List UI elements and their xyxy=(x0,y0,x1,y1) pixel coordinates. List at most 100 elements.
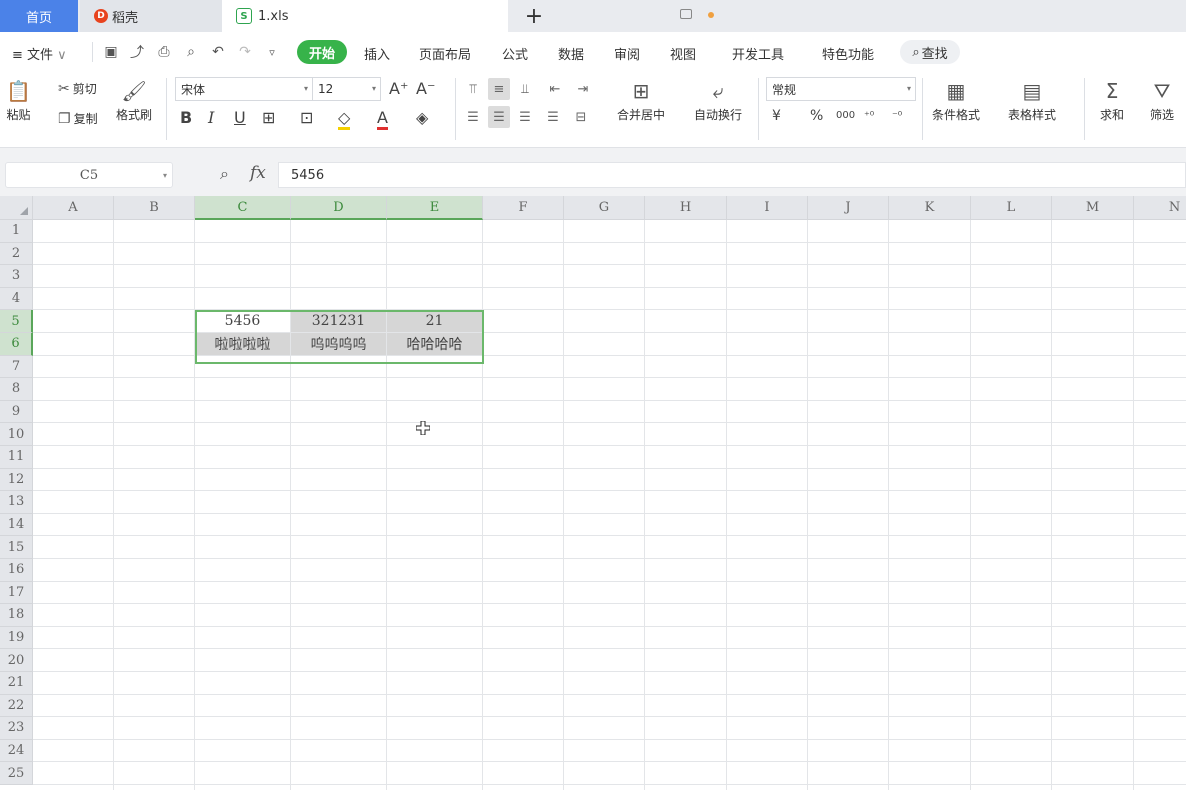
row-header-21[interactable]: 21 xyxy=(0,672,33,695)
cell-e6[interactable]: 哈哈哈哈 xyxy=(387,333,482,355)
wrap-text-button[interactable]: ⤶ 自动换行 xyxy=(694,76,742,123)
decrease-indent-icon[interactable]: ⇤ xyxy=(544,78,566,100)
menu-page-layout[interactable]: 页面布局 xyxy=(419,44,471,63)
row-header-4[interactable]: 4 xyxy=(0,287,33,311)
monitor-icon[interactable] xyxy=(680,9,692,19)
redo-icon[interactable]: ↷ xyxy=(237,44,253,60)
tab-file[interactable]: S 1.xls xyxy=(222,0,714,32)
cut-button[interactable]: ✂ 剪切 xyxy=(58,80,97,97)
row-header-9[interactable]: 9 xyxy=(0,400,33,424)
menu-view[interactable]: 视图 xyxy=(670,44,696,63)
column-header-f[interactable]: F xyxy=(483,196,564,220)
menu-home[interactable]: 开始 xyxy=(297,40,347,64)
cell-d6[interactable]: 呜呜呜呜 xyxy=(291,333,386,355)
italic-icon[interactable]: I xyxy=(208,108,214,127)
cell-e5[interactable]: 21 xyxy=(387,310,482,332)
row-header-22[interactable]: 22 xyxy=(0,694,33,718)
print-icon[interactable]: ⎙ xyxy=(156,44,172,60)
row-header-7[interactable]: 7 xyxy=(0,355,33,379)
merge-center-button[interactable]: ⊞ 合并居中 xyxy=(617,76,665,123)
tab-home[interactable]: 首页 xyxy=(0,0,78,32)
align-left-icon[interactable]: ☰ xyxy=(462,106,484,128)
row-header-1[interactable]: 1 xyxy=(0,220,33,243)
row-header-17[interactable]: 17 xyxy=(0,581,33,605)
row-header-25[interactable]: 25 xyxy=(0,762,33,785)
align-center-icon[interactable]: ☰ xyxy=(488,106,510,128)
menu-insert[interactable]: 插入 xyxy=(364,44,390,63)
row-header-13[interactable]: 13 xyxy=(0,491,33,514)
column-header-l[interactable]: L xyxy=(971,196,1052,220)
column-header-m[interactable]: M xyxy=(1052,196,1134,220)
align-middle-icon[interactable]: ≡ xyxy=(488,78,510,100)
menu-data[interactable]: 数据 xyxy=(558,44,584,63)
column-header-j[interactable]: J xyxy=(808,196,889,220)
row-header-16[interactable]: 16 xyxy=(0,559,33,582)
customize-toolbar-icon[interactable]: ▿ xyxy=(264,44,280,60)
column-header-g[interactable]: G xyxy=(564,196,645,220)
align-right-icon[interactable]: ☰ xyxy=(514,106,536,128)
select-all-button[interactable] xyxy=(0,196,33,220)
justify-icon[interactable]: ☰ xyxy=(542,106,564,128)
column-header-a[interactable]: A xyxy=(33,196,114,220)
fill-pattern-icon[interactable]: ⊡ xyxy=(300,108,313,127)
file-menu[interactable]: ≡ 文件 ∨ xyxy=(12,44,67,63)
increase-decimal-icon[interactable]: ⁺⁰ xyxy=(864,109,874,122)
column-header-h[interactable]: H xyxy=(645,196,727,220)
font-size-select[interactable]: 12 ▾ xyxy=(312,77,381,101)
decrease-font-icon[interactable]: A⁻ xyxy=(416,79,435,98)
currency-icon[interactable]: ¥ xyxy=(772,108,781,124)
column-header-b[interactable]: B xyxy=(114,196,195,220)
font-name-select[interactable]: 宋体 ▾ xyxy=(175,77,313,101)
column-header-e[interactable]: E xyxy=(387,196,483,220)
print-preview-icon[interactable]: ⌕ xyxy=(183,44,199,60)
distribute-icon[interactable]: ⊟ xyxy=(570,106,592,128)
row-header-12[interactable]: 12 xyxy=(0,468,33,492)
decrease-decimal-icon[interactable]: ⁻⁰ xyxy=(892,109,902,122)
thousands-separator-icon[interactable]: 000 xyxy=(836,110,855,121)
cell-c5[interactable]: 5456 xyxy=(195,310,290,332)
menu-developer[interactable]: 开发工具 xyxy=(732,44,784,63)
row-header-11[interactable]: 11 xyxy=(0,446,33,469)
increase-font-icon[interactable]: A⁺ xyxy=(389,79,408,98)
row-header-2[interactable]: 2 xyxy=(0,242,33,266)
bold-icon[interactable]: B xyxy=(180,108,192,127)
table-style-button[interactable]: ▤ 表格样式 xyxy=(1008,76,1056,123)
row-header-18[interactable]: 18 xyxy=(0,604,33,627)
menu-review[interactable]: 审阅 xyxy=(614,44,640,63)
row-header-14[interactable]: 14 xyxy=(0,513,33,537)
new-tab-button[interactable]: + xyxy=(522,2,546,30)
name-box[interactable]: C5 ▾ xyxy=(5,162,173,188)
conditional-format-button[interactable]: ▦ 条件格式 xyxy=(932,76,980,123)
number-format-select[interactable]: 常规 ▾ xyxy=(766,77,916,101)
menu-formulas[interactable]: 公式 xyxy=(502,44,528,63)
fx-icon[interactable]: fx xyxy=(250,163,266,183)
row-header-6[interactable]: 6 xyxy=(0,333,33,356)
format-painter-button[interactable]: 🖌 格式刷 xyxy=(116,76,152,123)
formula-input[interactable]: 5456 xyxy=(278,162,1186,188)
row-header-3[interactable]: 3 xyxy=(0,265,33,288)
save-icon[interactable]: ▣ xyxy=(103,44,119,60)
spreadsheet-grid[interactable]: A B C D E F G H I J K L M N 1 2 3 4 5 6 7 8 9 10 11 12 13 14 15 16 17 1… xyxy=(0,196,1186,790)
row-header-8[interactable]: 8 xyxy=(0,378,33,401)
increase-indent-icon[interactable]: ⇥ xyxy=(572,78,594,100)
row-header-19[interactable]: 19 xyxy=(0,626,33,650)
underline-icon[interactable]: U xyxy=(234,108,246,127)
row-header-15[interactable]: 15 xyxy=(0,536,33,559)
export-icon[interactable]: ⤴ xyxy=(129,44,145,61)
paste-button[interactable]: 📋 粘贴 xyxy=(6,76,31,123)
column-header-n[interactable]: N xyxy=(1134,196,1186,220)
cell-c6[interactable]: 啦啦啦啦 xyxy=(195,333,290,355)
sum-button[interactable]: Σ 求和 xyxy=(1100,76,1124,123)
filter-button[interactable]: ⛛ 筛选 xyxy=(1150,76,1174,123)
search-button[interactable]: ⌕ 查找 xyxy=(900,40,960,64)
eraser-icon[interactable]: ◈ xyxy=(416,108,428,127)
row-header-24[interactable]: 24 xyxy=(0,739,33,763)
align-top-icon[interactable]: ⫪ xyxy=(462,78,484,100)
row-header-20[interactable]: 20 xyxy=(0,649,33,672)
menu-special[interactable]: 特色功能 xyxy=(822,44,874,63)
border-icon[interactable]: ⊞ xyxy=(262,108,275,127)
zoom-icon[interactable]: ⌕ xyxy=(220,164,229,184)
column-header-c[interactable]: C xyxy=(195,196,291,220)
font-color-icon[interactable]: A xyxy=(377,108,388,130)
row-header-10[interactable]: 10 xyxy=(0,423,33,446)
